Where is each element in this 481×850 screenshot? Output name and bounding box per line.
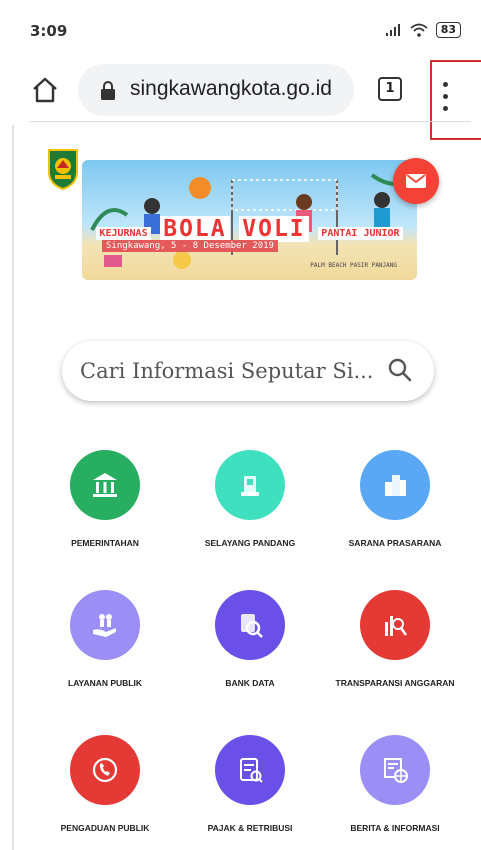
- menu-icon-circle: [215, 735, 285, 805]
- menu-item-layanan-publik[interactable]: LAYANAN PUBLIK: [30, 590, 180, 689]
- menu-label: PEMERINTAHAN: [71, 538, 139, 548]
- banner-title-b: VOLI: [239, 216, 309, 242]
- tax-document-icon: [240, 758, 263, 783]
- wifi-icon: [410, 23, 428, 37]
- status-icons: 83: [385, 22, 461, 38]
- status-bar: 3:09 83: [0, 0, 481, 60]
- menu-icon-circle: [70, 590, 140, 660]
- news-globe-icon: [384, 758, 408, 783]
- menu-icon-circle: [360, 450, 430, 520]
- more-menu-icon[interactable]: [440, 80, 452, 114]
- menu-icon-circle: [70, 735, 140, 805]
- browser-toolbar: singkawangkota.go.id 1: [0, 60, 481, 122]
- banner-location: PALM BEACH PASIR PANJANG: [310, 262, 397, 269]
- menu-icon-circle: [360, 735, 430, 805]
- menu-item-sarana-prasarana[interactable]: SARANA PRASARANA: [320, 450, 470, 549]
- menu-label: SARANA PRASARANA: [348, 538, 442, 548]
- building-columns-icon: [93, 473, 117, 497]
- menu-item-berita-informasi[interactable]: BERITA & INFORMASI: [320, 735, 470, 834]
- menu-label: BERITA & INFORMASI: [350, 823, 440, 833]
- menu-label: TRANSPARANSI ANGGARAN: [335, 678, 455, 688]
- banner-prefix: KEJURNAS: [96, 227, 151, 240]
- banner-title: KEJURNAS BOLA VOLI PANTAI JUNIOR: [82, 216, 417, 242]
- banner-subtitle: Singkawang, 5 - 8 Desember 2019: [102, 240, 278, 252]
- home-icon[interactable]: [30, 75, 60, 105]
- mail-button[interactable]: [393, 158, 439, 204]
- search-bar[interactable]: [62, 341, 434, 401]
- menu-item-pajak-retribusi[interactable]: PAJAK & RETRIBUSI: [175, 735, 325, 834]
- bar-chart-icon: [385, 616, 408, 636]
- menu-label: SELAYANG PANDANG: [204, 538, 296, 548]
- phone-call-icon: [92, 757, 118, 783]
- lock-icon: [101, 81, 115, 100]
- menu-label: LAYANAN PUBLIK: [68, 678, 142, 688]
- search-input[interactable]: [80, 355, 380, 387]
- menu-item-pengaduan-publik[interactable]: PENGADUAN PUBLIK: [30, 735, 180, 834]
- signal-icon: [385, 24, 400, 36]
- menu-icon-circle: [70, 450, 140, 520]
- url-text: singkawangkota.go.id: [130, 77, 332, 100]
- menu-icon-circle: [215, 590, 285, 660]
- menu-item-selayang-pandang[interactable]: SELAYANG PANDANG: [175, 450, 325, 549]
- mail-icon: [406, 174, 426, 188]
- city-buildings-icon: [385, 475, 406, 496]
- city-logo[interactable]: [45, 148, 81, 190]
- event-banner[interactable]: KEJURNAS BOLA VOLI PANTAI JUNIOR Singkaw…: [82, 160, 417, 280]
- battery-indicator: 83: [435, 22, 461, 38]
- banner-title-a: BOLA: [160, 216, 230, 242]
- tab-switcher-button[interactable]: 1: [378, 77, 402, 101]
- menu-label: PAJAK & RETRIBUSI: [207, 823, 293, 833]
- banner-suffix: PANTAI JUNIOR: [318, 227, 403, 240]
- menu-label: BANK DATA: [225, 678, 275, 688]
- menu-item-bank-data[interactable]: BANK DATA: [175, 590, 325, 689]
- address-bar[interactable]: singkawangkota.go.id: [78, 64, 354, 116]
- menu-icon-circle: [215, 450, 285, 520]
- page-edge: [12, 125, 14, 850]
- hand-people-icon: [93, 614, 116, 637]
- menu-label: PENGADUAN PUBLIK: [60, 823, 150, 833]
- monument-icon: [241, 476, 259, 496]
- menu-icon-circle: [360, 590, 430, 660]
- search-icon[interactable]: [387, 357, 413, 383]
- menu-highlight-box: [430, 60, 481, 140]
- toolbar-divider: [30, 121, 471, 122]
- menu-item-pemerintahan[interactable]: PEMERINTAHAN: [30, 450, 180, 549]
- data-search-icon: [241, 614, 263, 638]
- status-time: 3:09: [30, 22, 68, 40]
- menu-item-transparansi-anggaran[interactable]: TRANSPARANSI ANGGARAN: [320, 590, 470, 689]
